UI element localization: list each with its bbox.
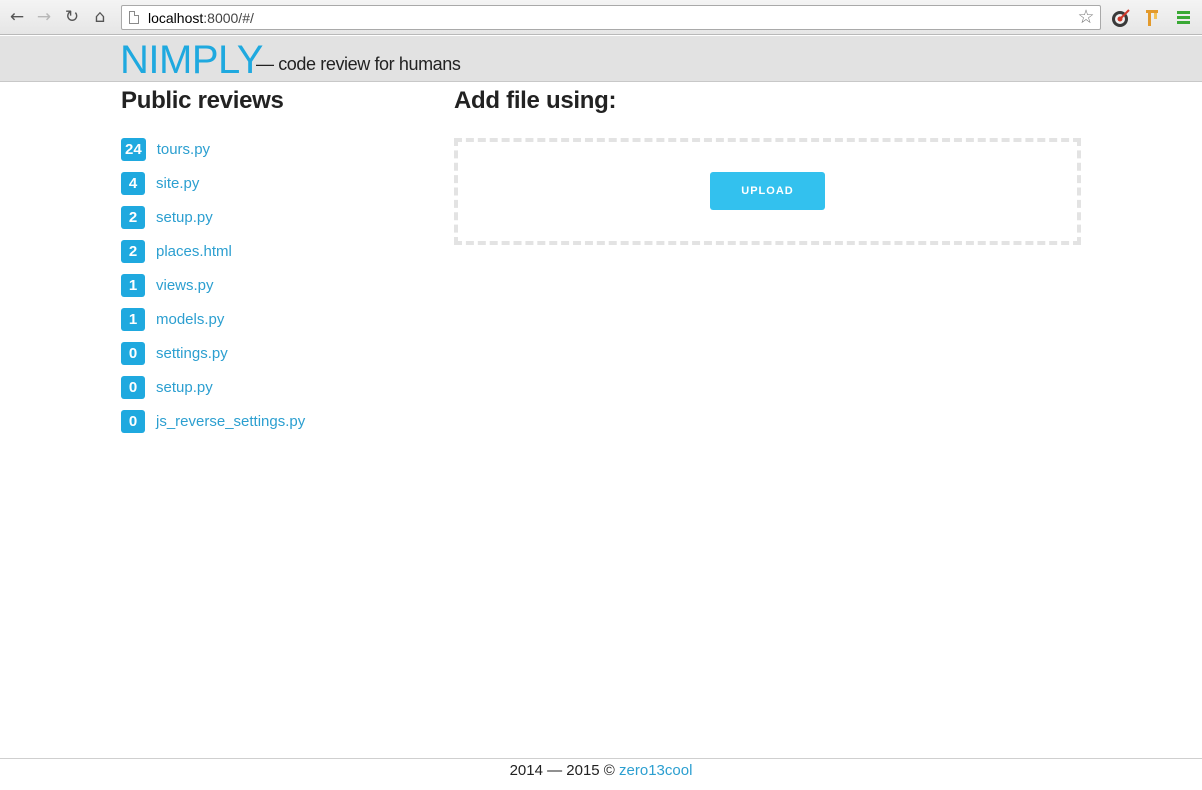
list-item: 1 views.py <box>121 274 305 308</box>
forward-icon[interactable]: → <box>33 6 55 28</box>
comment-count-badge: 4 <box>121 172 145 195</box>
review-file-link[interactable]: views.py <box>156 274 214 297</box>
list-item: 0 settings.py <box>121 342 305 376</box>
footer-author-link[interactable]: zero13cool <box>619 762 692 779</box>
url-text[interactable]: localhost:8000/#/ <box>148 10 254 26</box>
list-item: 0 js_reverse_settings.py <box>121 410 305 444</box>
review-file-link[interactable]: places.html <box>156 240 232 263</box>
footer-copyright: 2014 — 2015 © <box>509 762 615 779</box>
review-file-link[interactable]: setup.py <box>156 206 213 229</box>
add-file-title: Add file using: <box>454 87 617 114</box>
menu-icon[interactable] <box>1173 7 1195 29</box>
star-icon[interactable]: ☆ <box>1076 6 1096 29</box>
footer: 2014 — 2015 © zero13cool <box>0 758 1202 790</box>
browser-toolbar: ← → ↻ ⌂ localhost:8000/#/ ☆ <box>0 0 1202 35</box>
review-file-link[interactable]: models.py <box>156 308 224 331</box>
list-item: 4 site.py <box>121 172 305 206</box>
site-tagline: — code review for humans <box>256 54 461 74</box>
list-item: 2 setup.py <box>121 206 305 240</box>
address-bar[interactable]: localhost:8000/#/ ☆ <box>121 5 1101 30</box>
url-host: localhost <box>148 10 204 26</box>
comment-count-badge: 0 <box>121 410 145 433</box>
list-item: 2 places.html <box>121 240 305 274</box>
site-header: NIMPLY — code review for humans <box>0 36 1202 82</box>
extension-icon[interactable] <box>1142 7 1164 29</box>
comment-count-badge: 1 <box>121 308 145 331</box>
comment-count-badge: 24 <box>121 138 146 161</box>
page-icon <box>129 11 139 24</box>
list-item: 24 tours.py <box>121 138 305 172</box>
comment-count-badge: 1 <box>121 274 145 297</box>
comment-count-badge: 0 <box>121 376 145 399</box>
review-file-link[interactable]: settings.py <box>156 342 228 365</box>
reload-icon[interactable]: ↻ <box>61 6 83 28</box>
back-icon[interactable]: ← <box>6 6 28 28</box>
list-item: 0 setup.py <box>121 376 305 410</box>
review-file-link[interactable]: setup.py <box>156 376 213 399</box>
comment-count-badge: 2 <box>121 240 145 263</box>
public-reviews-title: Public reviews <box>121 87 284 114</box>
review-file-link[interactable]: tours.py <box>157 138 210 161</box>
file-drop-zone[interactable]: UPLOAD <box>454 138 1081 245</box>
list-item: 1 models.py <box>121 308 305 342</box>
review-file-link[interactable]: js_reverse_settings.py <box>156 410 305 433</box>
comment-count-badge: 0 <box>121 342 145 365</box>
review-list: 24 tours.py 4 site.py 2 setup.py 2 place… <box>121 138 305 444</box>
url-path: :8000/#/ <box>203 10 254 26</box>
comment-count-badge: 2 <box>121 206 145 229</box>
site-logo[interactable]: NIMPLY <box>120 38 263 82</box>
extension-icon[interactable] <box>1110 7 1132 29</box>
review-file-link[interactable]: site.py <box>156 172 199 195</box>
home-icon[interactable]: ⌂ <box>89 6 111 28</box>
upload-button[interactable]: UPLOAD <box>710 172 825 210</box>
